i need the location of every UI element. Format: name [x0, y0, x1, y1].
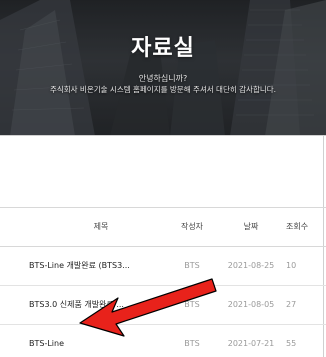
page-title: 자료실: [131, 36, 195, 61]
board-table: 제목 작성자 날짜 조회수 BTS-Line 개발완료 (BTS3... BTS…: [0, 207, 326, 357]
column-header-views: 조회수: [286, 222, 309, 231]
post-title-link[interactable]: BTS3.0 신제품 개발완료 ...: [29, 286, 169, 324]
post-date: 2021-08-25: [227, 261, 275, 270]
hero-greeting: 안녕하십니까?: [138, 74, 188, 83]
post-author: BTS: [184, 300, 200, 309]
post-author: BTS: [184, 339, 200, 348]
post-title-link[interactable]: BTS-Line 개발완료 (BTS3...: [29, 247, 169, 285]
table-row[interactable]: BTS3.0 신제품 개발완료 ... BTS 2021-08-05 27: [0, 286, 326, 325]
hero-description: 주식회사 비온기술 시스템 홈페이지를 방문해 주셔서 대단히 감사합니다.: [49, 85, 277, 94]
column-header-date: 날짜: [243, 222, 259, 231]
post-author: BTS: [184, 261, 200, 270]
hero-banner: 자료실 안녕하십니까? 주식회사 비온기술 시스템 홈페이지를 방문해 주셔서 …: [0, 0, 326, 136]
table-header: 제목 작성자 날짜 조회수: [0, 208, 326, 247]
table-row[interactable]: BTS-Line BTS 2021-07-21 55: [0, 325, 326, 357]
post-views: 27: [286, 300, 297, 309]
table-row[interactable]: BTS-Line 개발완료 (BTS3... BTS 2021-08-25 10: [0, 247, 326, 286]
post-title-link[interactable]: BTS-Line: [29, 325, 169, 357]
column-header-author: 작성자: [180, 222, 204, 231]
column-header-title: 제목: [93, 222, 109, 231]
post-date: 2021-07-21: [227, 339, 275, 348]
city-skyline-image: [0, 0, 326, 136]
post-views: 55: [286, 339, 297, 348]
post-date: 2021-08-05: [227, 300, 275, 309]
divider: [0, 135, 326, 136]
post-views: 10: [286, 261, 297, 270]
screen: 자료실 안녕하십니까? 주식회사 비온기술 시스템 홈페이지를 방문해 주셔서 …: [0, 0, 326, 357]
